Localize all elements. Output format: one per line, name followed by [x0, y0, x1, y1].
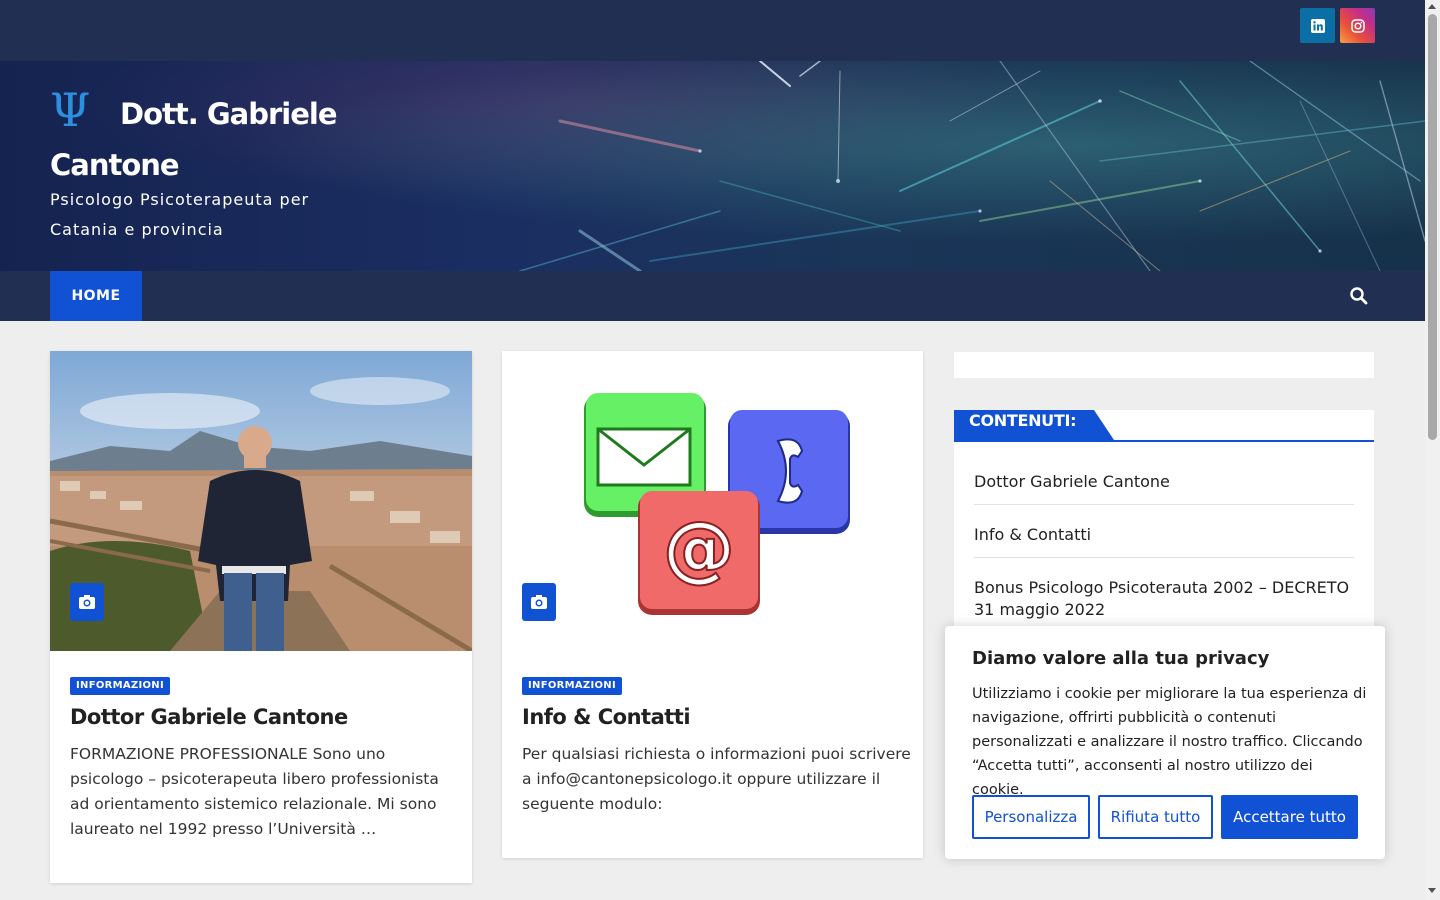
post-card: INFORMAZIONI Dottor Gabriele Cantone FOR… [50, 351, 472, 883]
svg-text:@: @ [663, 506, 735, 590]
scroll-down-arrow-icon[interactable] [1428, 888, 1436, 893]
camera-icon [522, 583, 556, 621]
post-title[interactable]: Dottor Gabriele Cantone [70, 705, 348, 729]
contact-icons-image: @ [502, 351, 923, 651]
cookie-consent-banner: Diamo valore alla tua privacy Utilizziam… [945, 626, 1385, 859]
sidebar-empty-widget [954, 352, 1374, 378]
post-excerpt: FORMAZIONE PROFESSIONALE Sono uno psicol… [70, 745, 439, 838]
site-tagline: Psicologo Psicoterapeuta per Catania e p… [50, 190, 310, 239]
site-title[interactable]: Dott. Gabriele Cantone [50, 89, 350, 191]
customize-button[interactable]: Personalizza [972, 795, 1090, 839]
instagram-icon [1350, 18, 1365, 33]
sidebar-link[interactable]: Dottor Gabriele Cantone [974, 471, 1354, 493]
scrollbar-thumb[interactable] [1428, 14, 1437, 440]
site-header: Ψ Dott. Gabriele Cantone Psicologo Psico… [0, 61, 1425, 271]
sidebar-link[interactable]: Info & Contatti [974, 524, 1354, 546]
nav-item-home[interactable]: HOME [50, 271, 142, 321]
post-thumbnail[interactable] [50, 351, 472, 651]
cookie-text: Utilizziamo i cookie per migliorare la t… [972, 686, 1367, 798]
instagram-button[interactable] [1340, 8, 1375, 43]
accept-all-button[interactable]: Accettare tutto [1221, 795, 1358, 839]
portrait-photo [50, 351, 472, 651]
main-navigation: HOME [0, 271, 1425, 321]
divider [974, 504, 1354, 505]
sidebar-link[interactable]: Bonus Psicologo Psicoterauta 2002 – DECR… [974, 577, 1354, 621]
widget-title: CONTENUTI: [969, 411, 1077, 430]
post-card: @ INFORMAZIONI Info & Contatti Per quals… [502, 351, 923, 858]
page-scrollbar[interactable] [1425, 0, 1440, 900]
post-title[interactable]: Info & Contatti [522, 705, 691, 729]
scroll-up-arrow-icon[interactable] [1428, 4, 1436, 9]
sidebar-widget-contents: CONTENUTI: Dottor Gabriele Cantone Info … [954, 410, 1374, 640]
category-badge[interactable]: INFORMAZIONI [70, 677, 170, 695]
reject-all-button[interactable]: Rifiuta tutto [1098, 795, 1213, 839]
camera-icon [70, 583, 104, 621]
post-excerpt: Per qualsiasi richiesta o informazioni p… [522, 745, 911, 813]
top-bar [0, 0, 1425, 61]
category-badge[interactable]: INFORMAZIONI [522, 677, 622, 695]
linkedin-icon [1310, 18, 1325, 33]
post-thumbnail[interactable]: @ [502, 351, 923, 651]
divider [974, 557, 1354, 558]
cookie-title: Diamo valore alla tua privacy [972, 648, 1270, 669]
widget-header: CONTENUTI: [954, 410, 1374, 442]
search-icon[interactable] [1349, 286, 1369, 306]
linkedin-button[interactable] [1300, 8, 1335, 43]
